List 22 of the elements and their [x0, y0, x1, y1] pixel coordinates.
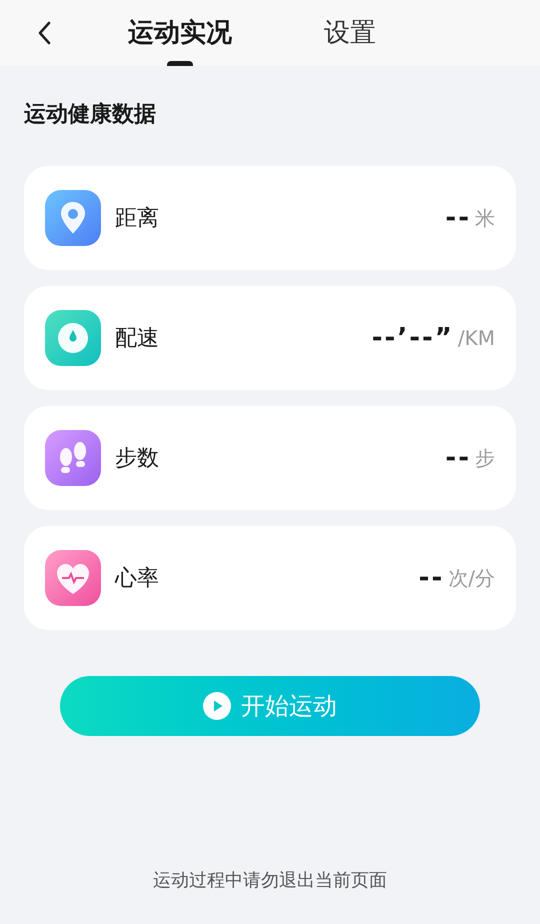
location-pin-icon: [45, 190, 101, 246]
tab[interactable]: 运动实况: [128, 0, 232, 66]
tab-indicator: [167, 61, 193, 66]
metric-label: 距离: [115, 204, 159, 232]
metric-value: --: [445, 442, 471, 474]
stopwatch-icon: [45, 310, 101, 366]
footprints-icon: [45, 430, 101, 486]
heart-pulse-icon: [45, 550, 101, 606]
metric-value: --: [418, 562, 444, 594]
metric-unit: 步: [475, 445, 495, 472]
metric-label: 配速: [115, 324, 159, 352]
metric-value: --’--”: [372, 322, 454, 354]
metric-unit: 次/分: [448, 565, 495, 592]
tab[interactable]: 设置: [324, 0, 376, 66]
metric-label: 步数: [115, 444, 159, 472]
metric-unit: 米: [475, 205, 495, 232]
metric-unit: /KM: [458, 325, 495, 352]
footer-note: 运动过程中请勿退出当前页面: [152, 869, 388, 893]
metric-label: 心率: [115, 564, 159, 592]
section-title: 运动健康数据: [24, 101, 157, 129]
metric-value: --: [445, 202, 471, 234]
play-icon: [203, 692, 231, 720]
